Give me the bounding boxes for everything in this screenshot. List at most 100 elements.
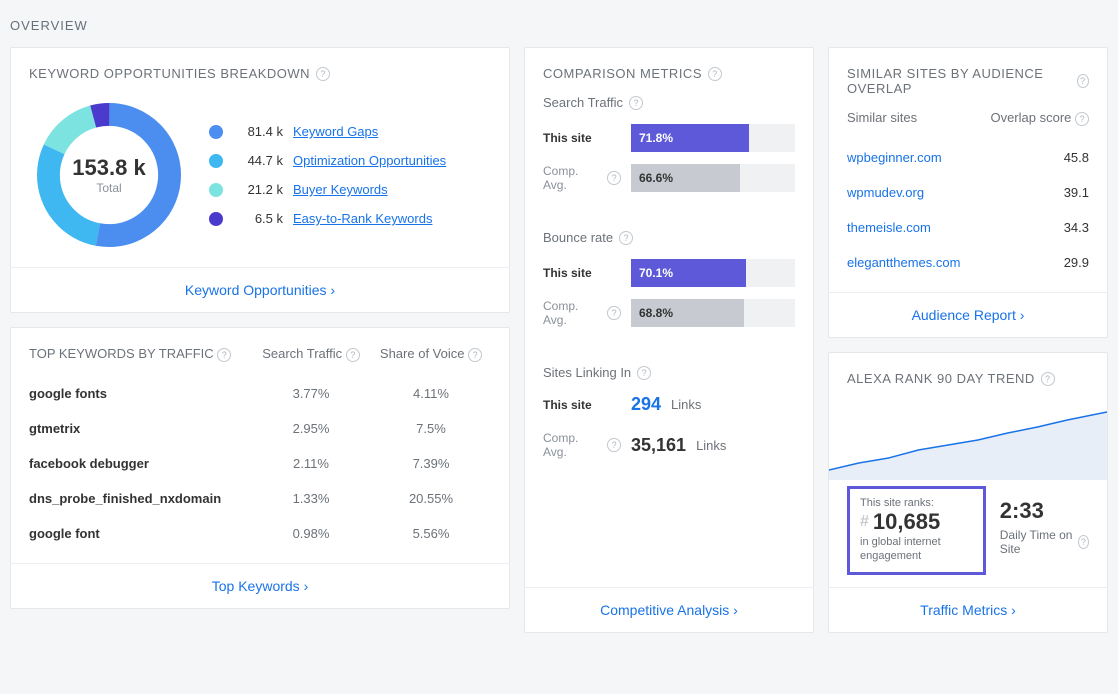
- traffic-metrics-link[interactable]: Traffic Metrics: [920, 602, 1016, 618]
- comparison-metrics-card: COMPARISON METRICS Search Traffic This s…: [524, 47, 814, 633]
- info-icon[interactable]: [346, 348, 360, 362]
- keyword-opportunities-link[interactable]: Keyword Opportunities: [185, 282, 335, 298]
- card-title: COMPARISON METRICS: [543, 66, 795, 81]
- time-label-text: Daily Time on Site: [1000, 528, 1074, 556]
- info-icon[interactable]: [637, 366, 651, 380]
- metric-label-text: Comp. Avg.: [543, 431, 603, 459]
- card-title-text: SIMILAR SITES BY AUDIENCE OVERLAP: [847, 66, 1071, 96]
- section-label-text: Search Traffic: [543, 95, 623, 110]
- info-icon[interactable]: [619, 231, 633, 245]
- metric-label: Comp. Avg.: [543, 164, 621, 192]
- hash-icon: #: [860, 513, 869, 531]
- legend-link[interactable]: Buyer Keywords: [293, 182, 388, 197]
- info-icon[interactable]: [468, 348, 482, 362]
- links-unit: Links: [671, 397, 701, 412]
- bar-value: 66.6%: [631, 164, 740, 192]
- info-icon[interactable]: [607, 171, 621, 185]
- section-label-text: Sites Linking In: [543, 365, 631, 380]
- metric-label-text: Comp. Avg.: [543, 164, 603, 192]
- legend-dot: [209, 154, 223, 168]
- links-value: 294: [631, 394, 661, 415]
- links-row-comp-avg: Comp. Avg. 35,161 Links: [543, 431, 795, 459]
- section-search-traffic: Search Traffic: [543, 95, 795, 110]
- site-link[interactable]: themeisle.com: [847, 220, 931, 235]
- rank-value: #10,685: [860, 509, 973, 535]
- donut-total-label: Total: [96, 181, 121, 195]
- col-header-traffic: Search Traffic: [251, 346, 371, 376]
- info-icon[interactable]: [1041, 372, 1055, 386]
- legend-item: 81.4 k Keyword Gaps: [209, 124, 446, 139]
- list-item: elegantthemes.com29.9: [847, 245, 1089, 280]
- site-link[interactable]: wpmudev.org: [847, 185, 924, 200]
- card-title-text: KEYWORD OPPORTUNITIES BREAKDOWN: [29, 66, 310, 81]
- similar-sites-card: SIMILAR SITES BY AUDIENCE OVERLAP Simila…: [828, 47, 1108, 338]
- info-icon[interactable]: [1077, 74, 1089, 88]
- info-icon[interactable]: [607, 438, 621, 452]
- sov-cell: 7.5%: [371, 411, 491, 446]
- audience-report-link[interactable]: Audience Report: [912, 307, 1025, 323]
- col-header-sites: Similar sites: [847, 110, 917, 126]
- bar-value: 71.8%: [631, 124, 749, 152]
- rank-highlight-box: This site ranks: #10,685 in global inter…: [847, 486, 986, 575]
- kw-cell: dns_probe_finished_nxdomain: [29, 481, 251, 516]
- info-icon[interactable]: [708, 67, 722, 81]
- card-title: SIMILAR SITES BY AUDIENCE OVERLAP: [847, 66, 1089, 96]
- overlap-score: 39.1: [1064, 185, 1089, 200]
- card-title-text: COMPARISON METRICS: [543, 66, 702, 81]
- metric-row-comp-avg: Comp. Avg. 66.6%: [543, 164, 795, 192]
- card-title-text: TOP KEYWORDS BY TRAFFIC: [29, 346, 214, 361]
- info-icon[interactable]: [1078, 535, 1089, 549]
- sparkline-chart: [829, 400, 1107, 480]
- col-label: Search Traffic: [262, 346, 342, 361]
- legend: 81.4 k Keyword Gaps 44.7 k Optimization …: [209, 124, 446, 226]
- legend-value: 21.2 k: [233, 182, 283, 197]
- legend-dot: [209, 125, 223, 139]
- table-row: google fonts3.77%4.11%: [29, 376, 491, 411]
- rank-number: 10,685: [873, 509, 940, 535]
- site-link[interactable]: wpbeginner.com: [847, 150, 942, 165]
- info-icon[interactable]: [607, 306, 621, 320]
- bar-value: 68.8%: [631, 299, 744, 327]
- traffic-cell: 0.98%: [251, 516, 371, 551]
- overlap-score: 45.8: [1064, 150, 1089, 165]
- competitive-analysis-link[interactable]: Competitive Analysis: [600, 602, 738, 618]
- metric-label: Comp. Avg.: [543, 431, 621, 459]
- legend-dot: [209, 212, 223, 226]
- metric-label: Comp. Avg.: [543, 299, 621, 327]
- info-icon[interactable]: [629, 96, 643, 110]
- list-item: wpmudev.org 39.1: [847, 175, 1089, 210]
- card-title: KEYWORD OPPORTUNITIES BREAKDOWN: [29, 66, 491, 81]
- time-on-site-box: 2:33 Daily Time on Site: [1000, 486, 1089, 575]
- overlap-score: 34.3: [1064, 220, 1089, 235]
- legend-value: 81.4 k: [233, 124, 283, 139]
- info-icon[interactable]: [217, 348, 231, 362]
- col-header-keyword: TOP KEYWORDS BY TRAFFIC: [29, 346, 251, 376]
- info-icon[interactable]: [316, 67, 330, 81]
- page-title: OVERVIEW: [10, 10, 1108, 47]
- kw-cell: facebook debugger: [29, 446, 251, 481]
- section-bounce-rate: Bounce rate: [543, 230, 795, 245]
- section-label-text: Bounce rate: [543, 230, 613, 245]
- legend-link[interactable]: Easy-to-Rank Keywords: [293, 211, 432, 226]
- bar-value: 70.1%: [631, 259, 746, 287]
- table-row: facebook debugger2.11%7.39%: [29, 446, 491, 481]
- kw-cell: google fonts: [29, 376, 251, 411]
- metric-row-this-site: This site 71.8%: [543, 124, 795, 152]
- metric-row-this-site: This site 70.1%: [543, 259, 795, 287]
- bar-outer: 70.1%: [631, 259, 795, 287]
- legend-value: 44.7 k: [233, 153, 283, 168]
- col-header-sov: Share of Voice: [371, 346, 491, 376]
- metric-label: This site: [543, 266, 621, 280]
- info-icon[interactable]: [1075, 112, 1089, 126]
- list-item: themeisle.com 34.3: [847, 210, 1089, 245]
- legend-value: 6.5 k: [233, 211, 283, 226]
- site-link[interactable]: elegantthemes.com: [847, 255, 960, 270]
- col-label: Share of Voice: [380, 346, 465, 361]
- legend-link[interactable]: Keyword Gaps: [293, 124, 378, 139]
- top-keywords-link[interactable]: Top Keywords: [212, 578, 309, 594]
- alexa-trend-card: ALEXA RANK 90 DAY TREND This site ranks:…: [828, 352, 1108, 633]
- links-row-this-site: This site 294 Links: [543, 394, 795, 415]
- sov-cell: 4.11%: [371, 376, 491, 411]
- legend-link[interactable]: Optimization Opportunities: [293, 153, 446, 168]
- bar-outer: 68.8%: [631, 299, 795, 327]
